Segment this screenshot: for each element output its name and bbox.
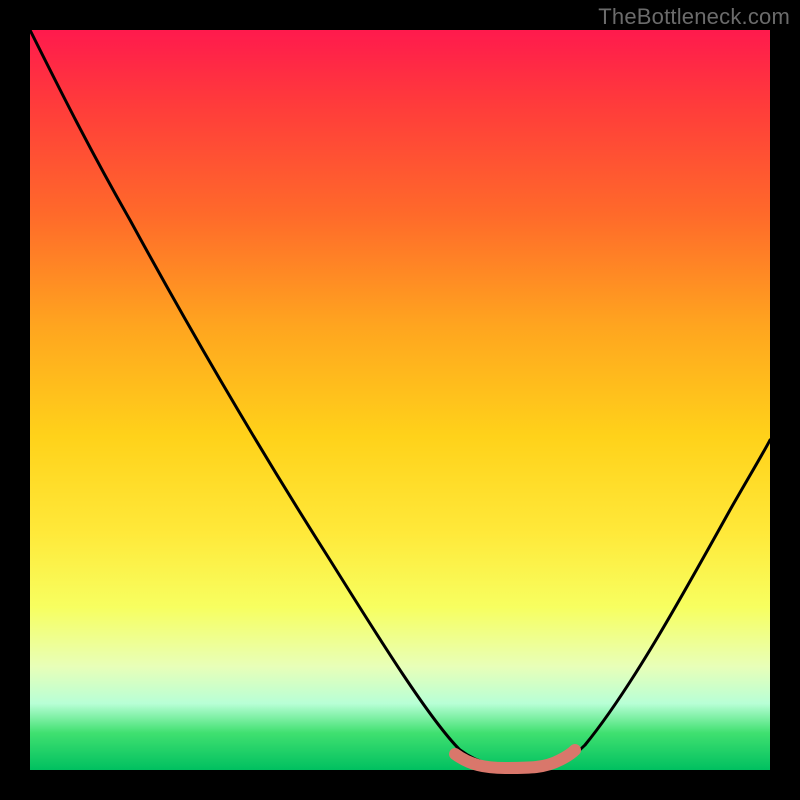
- flat-region-highlight: [455, 750, 575, 768]
- bottleneck-curve: [30, 30, 770, 768]
- watermark-text: TheBottleneck.com: [598, 4, 790, 30]
- plot-area: [30, 30, 770, 770]
- chart-svg: [30, 30, 770, 770]
- chart-frame: TheBottleneck.com: [0, 0, 800, 800]
